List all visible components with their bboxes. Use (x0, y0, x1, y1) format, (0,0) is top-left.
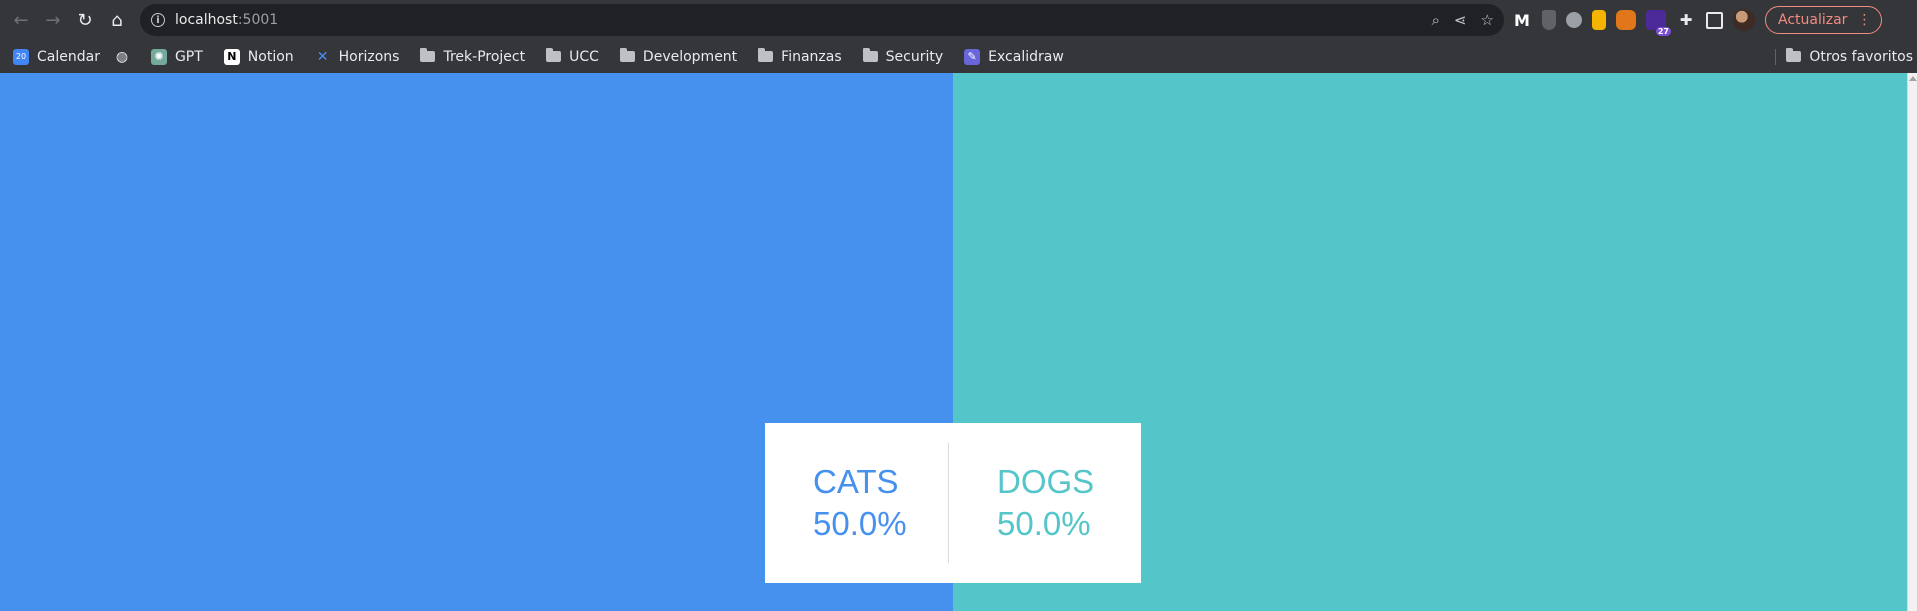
url-host: localhost (175, 12, 238, 28)
bookmark-folder-finanzas[interactable]: Finanzas (745, 43, 849, 71)
other-bookmarks-label: Otros favoritos (1809, 48, 1913, 65)
results-card: CATS 50.0% DOGS 50.0% (765, 423, 1141, 583)
puzzle-extensions-icon[interactable]: ✚ (1676, 10, 1696, 30)
folder-icon (758, 48, 774, 62)
extensions-area: M 27 ✚ Actualizar ⋮ (1512, 4, 1883, 36)
cats-label: CATS (813, 463, 899, 500)
extension-icon[interactable] (1592, 10, 1606, 30)
openai-icon: ✺ (150, 48, 167, 65)
bookmark-label: Calendar (37, 48, 100, 65)
folder-icon (546, 48, 562, 62)
other-bookmarks-area: Otros favoritos (1775, 40, 1917, 73)
bookmark-label: Finanzas (781, 48, 842, 65)
extension-icon[interactable]: 27 (1646, 10, 1671, 36)
dogs-percent: 50.0% (997, 505, 1091, 542)
home-icon[interactable]: ⌂ (101, 4, 133, 36)
globe-icon: ◍ (115, 48, 129, 65)
bookmark-folder-ucc[interactable]: UCC (533, 43, 607, 71)
bookmark-gpt[interactable]: ✺ GPT (138, 43, 211, 71)
share-icon[interactable]: ⋖ (1454, 11, 1467, 29)
bookmark-folder-security[interactable]: Security (850, 43, 952, 71)
bookmark-label: Security (885, 48, 944, 65)
folder-icon (619, 48, 635, 62)
bookmark-globe[interactable]: ◍ (108, 43, 138, 71)
browser-chrome: ← → ↻ ⌂ i localhost:5001 ⌕ ⋖ ☆ M 27 ✚ Ac… (0, 0, 1917, 73)
bookmarks-bar: 20 Calendar ◍ ✺ GPT N Notion ✕ Horizons … (0, 40, 1917, 73)
scroll-up-icon[interactable] (1909, 76, 1917, 81)
bookmark-label: UCC (569, 48, 599, 65)
cats-result: CATS 50.0% (813, 461, 973, 545)
excalidraw-icon: ✎ (964, 48, 981, 65)
bookmark-label: Notion (247, 48, 294, 65)
folder-icon (420, 48, 436, 62)
scrollbar[interactable] (1907, 73, 1917, 611)
bookmark-label: GPT (174, 48, 203, 65)
address-bar[interactable]: i localhost:5001 ⌕ ⋖ ☆ (140, 4, 1504, 36)
bookmark-notion[interactable]: N Notion (211, 43, 302, 71)
bookmarks-separator (1775, 48, 1777, 65)
url-port: :5001 (237, 12, 279, 28)
update-button[interactable]: Actualizar ⋮ (1765, 6, 1883, 34)
bookmark-calendar[interactable]: 20 Calendar (0, 43, 108, 71)
dogs-result: DOGS 50.0% (997, 461, 1157, 545)
bookmark-excalidraw[interactable]: ✎ Excalidraw (951, 43, 1072, 71)
bookmark-label: Horizons (338, 48, 400, 65)
bitwarden-extension-icon[interactable] (1542, 10, 1556, 30)
bookmark-label: Excalidraw (988, 48, 1064, 65)
forward-icon[interactable]: → (37, 4, 69, 36)
bookmark-label: Trek-Project (443, 48, 526, 65)
notion-icon: N (223, 48, 240, 65)
dogs-label: DOGS (997, 463, 1095, 500)
metamask-extension-icon[interactable] (1616, 10, 1636, 30)
site-info-icon[interactable]: i (151, 13, 165, 27)
results-divider (948, 443, 949, 563)
profile-avatar[interactable] (1733, 9, 1755, 31)
reload-icon[interactable]: ↻ (69, 4, 101, 36)
more-menu-icon[interactable]: ⋮ (1857, 12, 1871, 28)
malwarebytes-extension-icon[interactable]: M (1512, 10, 1532, 30)
page-content: CATS 50.0% DOGS 50.0% (0, 73, 1917, 611)
bookmark-horizons[interactable]: ✕ Horizons (302, 43, 408, 71)
calendar-icon: 20 (13, 48, 29, 65)
folder-icon (862, 48, 878, 62)
update-button-label: Actualizar (1778, 12, 1848, 28)
horizons-icon: ✕ (316, 48, 329, 65)
browser-toolbar: ← → ↻ ⌂ i localhost:5001 ⌕ ⋖ ☆ M 27 ✚ Ac… (0, 0, 1917, 40)
bookmark-label: Development (642, 48, 738, 65)
cats-percent: 50.0% (813, 505, 907, 542)
bookmark-folder-trek-project[interactable]: Trek-Project (407, 43, 533, 71)
extension-badge: 27 (1655, 27, 1671, 36)
folder-icon (1786, 48, 1802, 62)
extension-icon[interactable] (1566, 12, 1582, 28)
bookmark-star-icon[interactable]: ☆ (1481, 11, 1494, 29)
other-bookmarks[interactable]: Otros favoritos (1784, 43, 1917, 71)
back-icon[interactable]: ← (5, 4, 37, 36)
bookmark-folder-development[interactable]: Development (607, 43, 745, 71)
zoom-icon[interactable]: ⌕ (1432, 11, 1440, 29)
side-panel-icon[interactable] (1706, 11, 1723, 29)
